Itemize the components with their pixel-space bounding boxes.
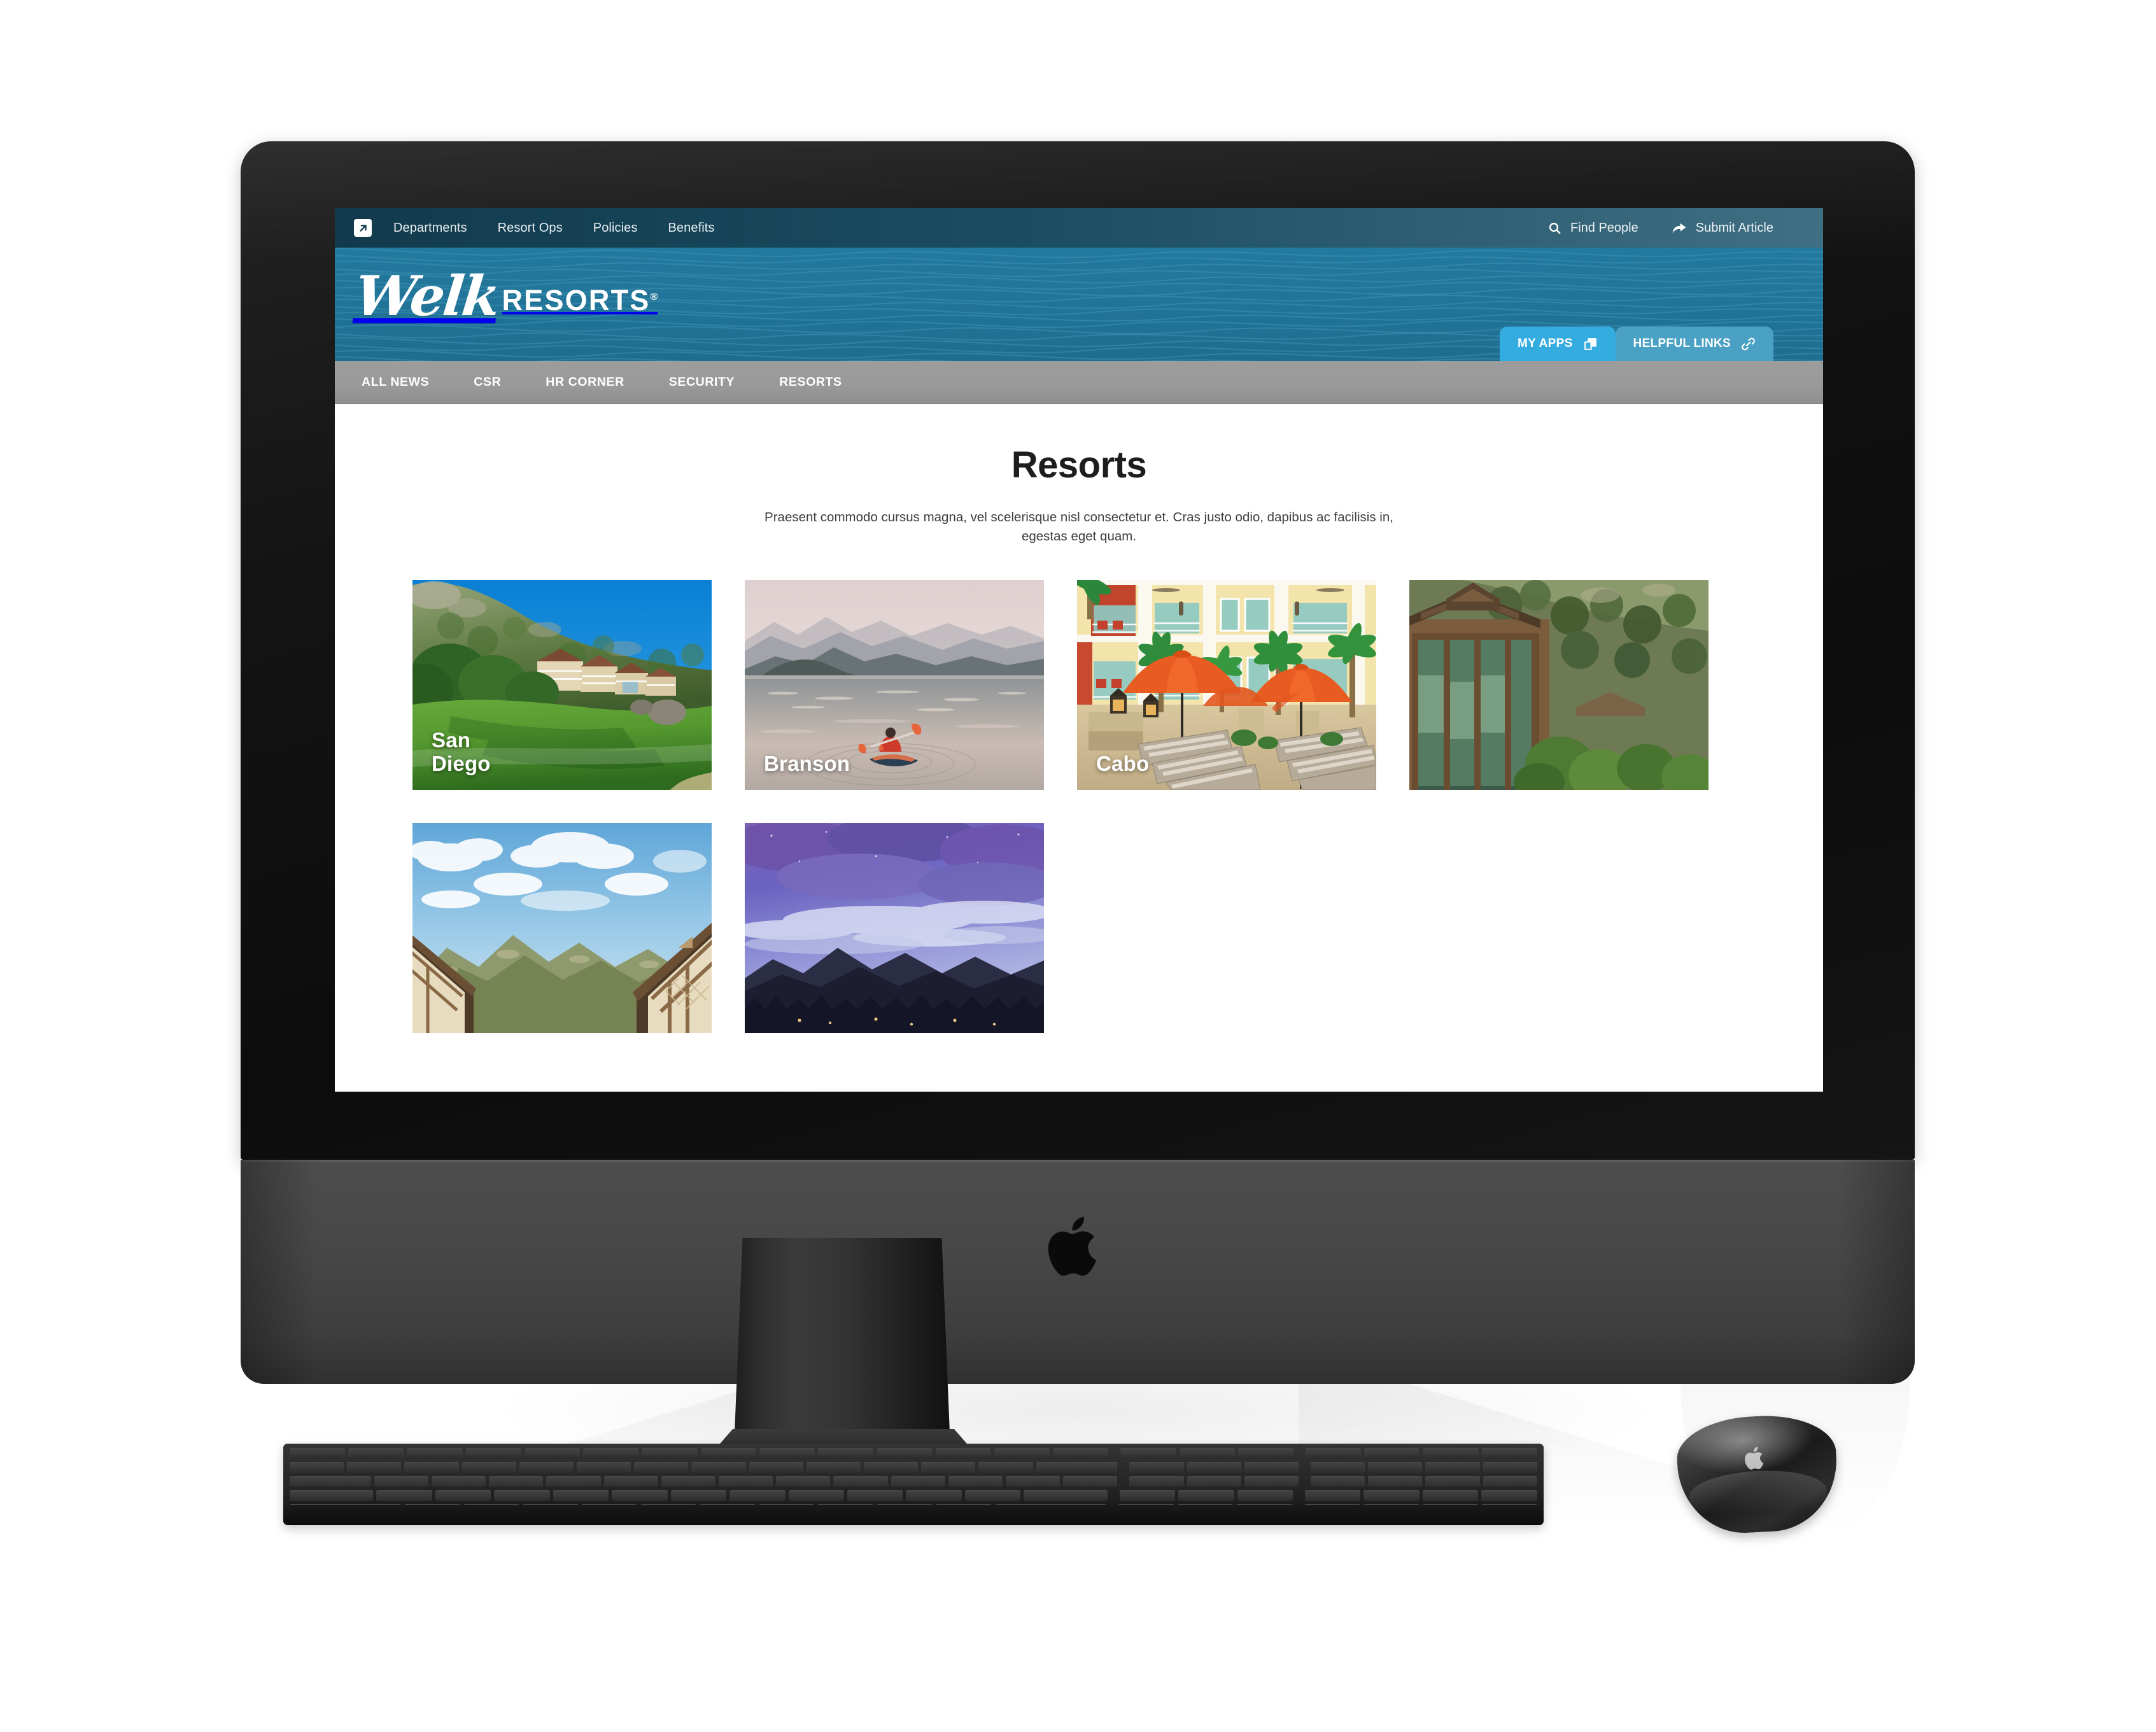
resort-card-5[interactable]: [412, 822, 712, 1033]
keyboard-row-function: [290, 1448, 1537, 1459]
logo-wordmark-text: RESORTS: [502, 283, 651, 316]
apple-logo-mouse: [1744, 1444, 1768, 1472]
keyboard-row-qwerty: [290, 1476, 1537, 1487]
top-nav-link-resort-ops[interactable]: Resort Ops: [498, 221, 563, 236]
screen-viewport: Departments Resort Ops Policies Benefits: [335, 208, 1823, 1092]
resort-card-label: San Diego: [432, 728, 491, 775]
resort-card-6[interactable]: [745, 822, 1044, 1033]
welk-resorts-logo[interactable]: Welk RESORTS®: [351, 264, 658, 328]
header-pill-tabs: MY APPS HELPFUL LINKS: [1499, 327, 1773, 361]
magic-keyboard[interactable]: [283, 1444, 1544, 1525]
section-nav-item-all-news[interactable]: ALL NEWS: [362, 375, 429, 390]
mouse-gloss-highlight: [1687, 1467, 1829, 1533]
chalet-roof-blue-sky-mountains-image: [412, 822, 712, 1033]
top-nav-link-departments[interactable]: Departments: [393, 221, 467, 236]
section-nav-item-security[interactable]: SECURITY: [669, 375, 735, 390]
resort-card-san-diego[interactable]: San Diego: [412, 579, 712, 790]
resort-cards-grid: San Diego Branson Cabo: [335, 579, 1823, 1033]
resort-card-label: Cabo: [1096, 751, 1150, 775]
top-nav-right-group: Find People Submit Article: [1548, 221, 1773, 236]
submit-article-button[interactable]: Submit Article: [1672, 221, 1773, 236]
resort-card-label: Branson: [764, 751, 850, 775]
section-nav: ALL NEWS CSR HR CORNER SECURITY RESORTS: [335, 361, 1823, 404]
resort-card-branson[interactable]: Branson: [745, 579, 1044, 790]
external-link-icon[interactable]: [354, 219, 372, 237]
search-icon: [1548, 222, 1561, 235]
page-subtitle: Praesent commodo cursus magna, vel scele…: [764, 510, 1393, 544]
keyboard-keys-deck: [283, 1444, 1544, 1525]
share-arrow-icon: [1672, 222, 1687, 235]
submit-article-label: Submit Article: [1695, 220, 1773, 235]
mockup-scene: Departments Resort Ops Policies Benefits: [0, 0, 2156, 1732]
helpful-links-label: HELPFUL LINKS: [1633, 337, 1731, 350]
magic-mouse[interactable]: [1675, 1412, 1840, 1537]
page-content: Resorts Praesent commodo cursus magna, v…: [335, 404, 1823, 1092]
resort-card-4[interactable]: [1409, 579, 1709, 790]
helpful-links-tab[interactable]: HELPFUL LINKS: [1615, 327, 1773, 361]
apple-logo: [1048, 1211, 1108, 1282]
logo-wordmark-resorts: RESORTS®: [502, 286, 658, 320]
section-nav-item-resorts[interactable]: RESORTS: [779, 375, 842, 390]
brand-header-band: Welk RESORTS® MY APPS HELPFUL LINKS: [335, 248, 1823, 361]
keyboard-row-numbers: [290, 1462, 1537, 1473]
find-people-button[interactable]: Find People: [1548, 221, 1638, 236]
top-nav-link-benefits[interactable]: Benefits: [668, 221, 714, 236]
my-apps-label: MY APPS: [1517, 337, 1573, 350]
logo-script-welk: Welk: [351, 264, 502, 328]
keyboard-row-home: [290, 1490, 1537, 1501]
my-apps-tab[interactable]: MY APPS: [1499, 327, 1616, 361]
resort-card-cabo[interactable]: Cabo: [1077, 579, 1376, 790]
registered-trademark-icon: ®: [650, 291, 658, 302]
link-chain-icon: [1741, 337, 1756, 351]
keyboard-base-edge: [283, 1505, 1544, 1525]
section-nav-item-csr[interactable]: CSR: [474, 375, 501, 390]
top-utility-nav: Departments Resort Ops Policies Benefits: [335, 208, 1823, 248]
imac-stand-neck: [734, 1238, 950, 1448]
timber-lodge-forest-image: [1409, 579, 1709, 790]
chin-shading-right: [1838, 1160, 1915, 1384]
chin-shading-left: [241, 1160, 317, 1384]
top-nav-left-group: Departments Resort Ops Policies Benefits: [354, 219, 715, 237]
page-title: Resorts: [1011, 444, 1147, 486]
top-nav-link-policies[interactable]: Policies: [593, 221, 638, 236]
section-nav-item-hr-corner[interactable]: HR CORNER: [546, 375, 624, 390]
find-people-label: Find People: [1570, 220, 1638, 235]
purple-twilight-mountains-image: [745, 822, 1044, 1033]
imac-computer: Departments Resort Ops Policies Benefits: [241, 141, 1915, 1384]
windows-copy-icon: [1583, 337, 1598, 351]
